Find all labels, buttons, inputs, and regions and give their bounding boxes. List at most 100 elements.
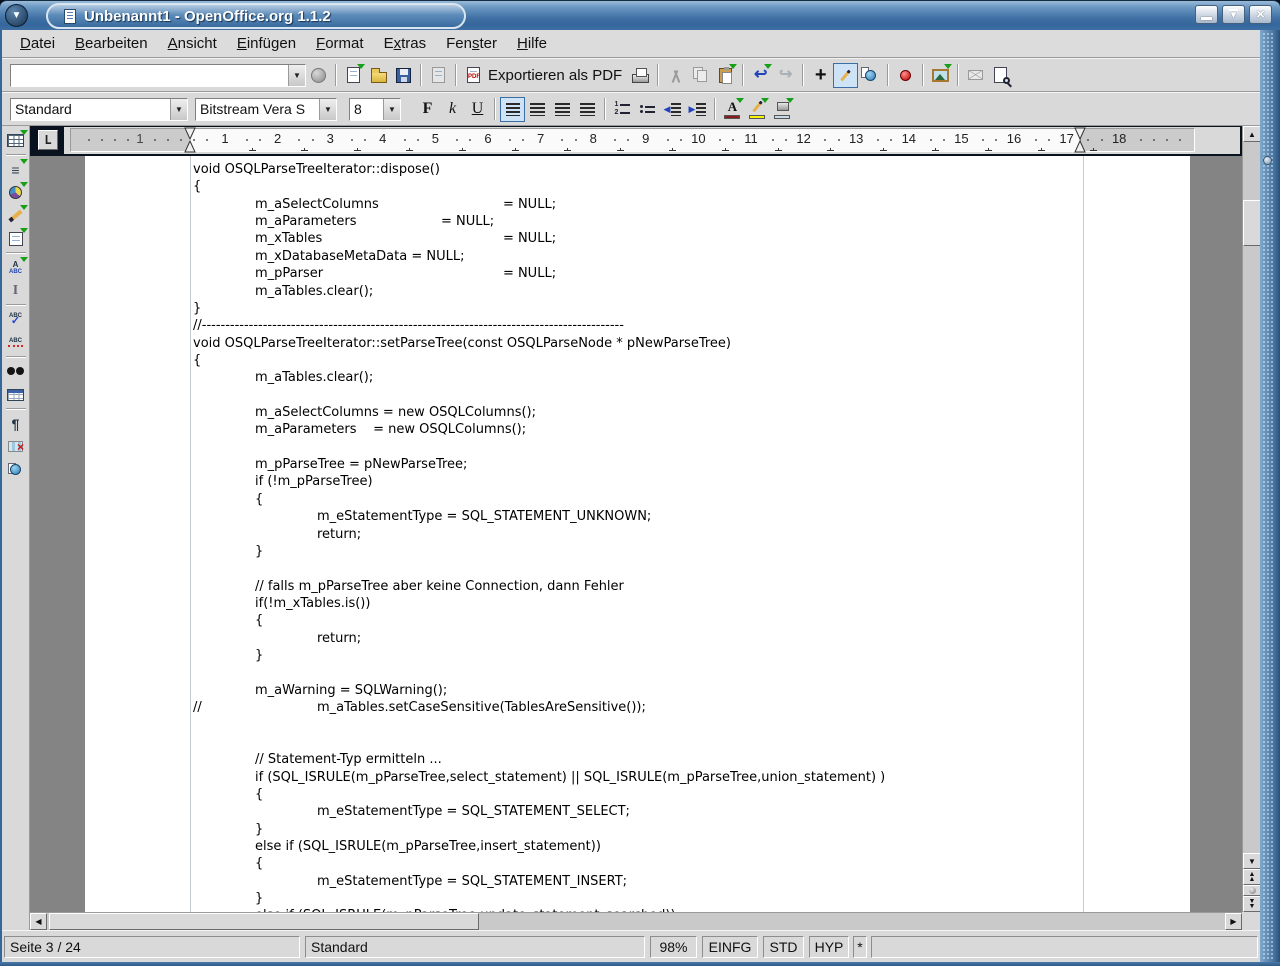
status-modified-field[interactable]: *	[853, 936, 867, 958]
code-line[interactable]: if (!m_pParseTree)	[193, 473, 885, 490]
code-line[interactable]	[193, 734, 885, 751]
undo-button[interactable]: ↩	[748, 63, 773, 88]
code-line[interactable]: if(!m_xTables.is())	[193, 595, 885, 612]
code-line[interactable]: m_aParameters = new OSQLColumns();	[193, 421, 885, 438]
code-line[interactable]: m_eStatementType = SQL_STATEMENT_INSERT;	[193, 873, 885, 890]
align-center-button[interactable]	[525, 97, 550, 122]
font-size-combobox[interactable]: 8 ▼	[349, 98, 401, 121]
status-selection-mode-field[interactable]: STD	[763, 936, 804, 958]
code-line[interactable]	[193, 439, 885, 456]
gallery-button[interactable]	[928, 63, 953, 88]
justify-button[interactable]	[575, 97, 600, 122]
code-line[interactable]: {	[193, 352, 885, 369]
url-combobox[interactable]: ▼	[10, 64, 306, 87]
code-line[interactable]: m_aSelectColumns = NULL;	[193, 196, 885, 213]
direct-cursor-button[interactable]: I	[3, 279, 29, 302]
record-button[interactable]	[893, 63, 918, 88]
save-button[interactable]	[391, 63, 416, 88]
code-line[interactable]: void OSQLParseTreeIterator::setParseTree…	[193, 335, 885, 352]
size-dropdown-button[interactable]: ▼	[383, 99, 400, 120]
redo-button[interactable]: ↪	[773, 63, 798, 88]
font-name-value[interactable]: Bitstream Vera S	[196, 99, 319, 120]
code-line[interactable]: }	[193, 890, 885, 907]
paste-button[interactable]	[713, 63, 738, 88]
menu-item-extras[interactable]: Extras	[374, 30, 437, 57]
menu-item-bearbeiten[interactable]: Bearbeiten	[65, 30, 158, 57]
ruler[interactable]: 1123456789101112131415161718	[64, 127, 1240, 154]
open-button[interactable]	[366, 63, 391, 88]
code-line[interactable]	[193, 387, 885, 404]
horizontal-scrollbar[interactable]: ◀ ▶	[30, 912, 1242, 930]
scroll-left-button[interactable]: ◀	[30, 913, 47, 930]
vertical-scrollbar[interactable]: ▲ ▼ ▲▲ ▼▼	[1242, 126, 1260, 912]
underline-button[interactable]: U	[465, 97, 490, 122]
italic-button[interactable]: k	[440, 97, 465, 122]
stylist-button[interactable]	[833, 63, 858, 88]
minimize-button[interactable]	[1195, 5, 1218, 24]
code-line[interactable]: // falls m_pParseTree aber keine Connect…	[193, 578, 885, 595]
code-line[interactable]: {	[193, 786, 885, 803]
code-line[interactable]	[193, 560, 885, 577]
mail-document-button[interactable]	[963, 63, 988, 88]
insert-object-button[interactable]	[3, 181, 29, 204]
style-dropdown-button[interactable]: ▼	[170, 99, 187, 120]
navigator-button[interactable]: +	[808, 63, 833, 88]
stop-loading-button[interactable]	[306, 63, 331, 88]
code-line[interactable]: }	[193, 543, 885, 560]
font-name-combobox[interactable]: Bitstream Vera S ▼	[195, 98, 337, 121]
code-line[interactable]: {	[193, 855, 885, 872]
vertical-scroll-thumb[interactable]	[1243, 200, 1261, 246]
document-text[interactable]: void OSQLParseTreeIterator::dispose(){ m…	[193, 161, 885, 912]
menu-item-hilfe[interactable]: Hilfe	[507, 30, 557, 57]
window-bottom-border[interactable]	[0, 962, 1280, 966]
code-line[interactable]: {	[193, 612, 885, 629]
export-pdf-button[interactable]: PDF	[461, 63, 486, 88]
menu-item-einfgen[interactable]: Einfügen	[227, 30, 306, 57]
font-size-value[interactable]: 8	[350, 99, 383, 120]
numbering-button[interactable]: 12	[610, 97, 635, 122]
data-sources-button[interactable]	[3, 383, 29, 406]
tab-type-selector[interactable]: L	[38, 130, 58, 150]
align-right-button[interactable]	[550, 97, 575, 122]
decrease-indent-button[interactable]: ◀	[660, 97, 685, 122]
scroll-right-button[interactable]: ▶	[1225, 913, 1242, 930]
insert-section-button[interactable]: ≡	[3, 158, 29, 181]
find-replace-button[interactable]	[3, 360, 29, 383]
window-menu-button[interactable]: ▼	[5, 4, 28, 27]
copy-button[interactable]	[688, 63, 713, 88]
horizontal-scroll-thumb[interactable]	[49, 913, 479, 930]
export-pdf-label[interactable]: Exportieren als PDF	[488, 67, 622, 84]
code-line[interactable]: if (SQL_ISRULE(m_pParseTree,select_state…	[193, 769, 885, 786]
url-input[interactable]	[11, 65, 288, 86]
increase-indent-button[interactable]: ▶	[685, 97, 710, 122]
code-line[interactable]: // m_aTables.setCaseSensitive(TablesAreS…	[193, 699, 885, 716]
status-hyperlink-mode-field[interactable]: HYP	[809, 936, 849, 958]
code-line[interactable]: }	[193, 300, 885, 317]
form-functions-button[interactable]	[3, 227, 29, 250]
code-line[interactable]: {	[193, 491, 885, 508]
code-line[interactable]: m_eStatementType = SQL_STATEMENT_UNKNOWN…	[193, 508, 885, 525]
navigation-button[interactable]	[1243, 885, 1261, 896]
paragraph-style-combobox[interactable]: Standard ▼	[10, 98, 188, 121]
code-line[interactable]	[193, 664, 885, 681]
previous-page-button[interactable]: ▲▲	[1243, 869, 1261, 885]
highlighting-button[interactable]	[745, 97, 770, 122]
code-line[interactable]: return;	[193, 526, 885, 543]
spellcheck-button[interactable]: ABC✓	[3, 308, 29, 331]
status-zoom-field[interactable]: 98%	[650, 936, 697, 958]
font-dropdown-button[interactable]: ▼	[319, 99, 336, 120]
code-line[interactable]: else if (SQL_ISRULE(m_pParseTree,insert_…	[193, 838, 885, 855]
scroll-down-button[interactable]: ▼	[1243, 853, 1261, 869]
right-margin-marker[interactable]	[1074, 127, 1086, 153]
left-margin-marker[interactable]	[184, 127, 196, 153]
code-line[interactable]: m_aSelectColumns = new OSQLColumns();	[193, 404, 885, 421]
nonprinting-characters-button[interactable]: ¶	[3, 412, 29, 435]
menu-item-format[interactable]: Format	[306, 30, 374, 57]
align-left-button[interactable]	[500, 97, 525, 122]
status-insert-mode-field[interactable]: EINFG	[702, 936, 758, 958]
code-line[interactable]: m_xDatabaseMetaData = NULL;	[193, 248, 885, 265]
code-line[interactable]: m_xTables = NULL;	[193, 230, 885, 247]
close-button[interactable]: ×	[1249, 5, 1272, 24]
status-page-field[interactable]: Seite 3 / 24	[4, 936, 300, 958]
edit-file-button[interactable]	[426, 63, 451, 88]
